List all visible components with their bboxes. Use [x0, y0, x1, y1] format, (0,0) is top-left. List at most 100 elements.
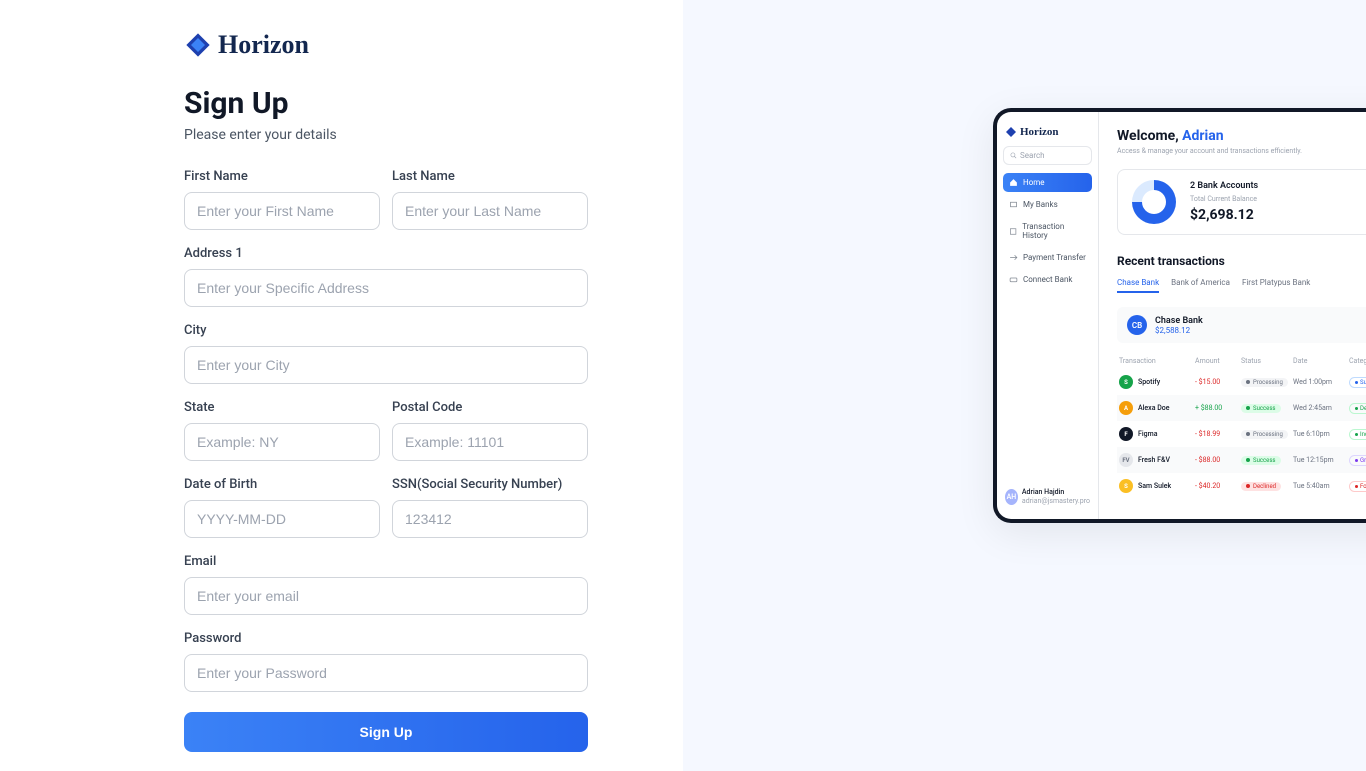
mockup-main: Welcome, Adrian Access & manage your acc…: [1099, 112, 1366, 519]
tx-status: Processing: [1241, 430, 1293, 439]
tx-icon: F: [1119, 427, 1133, 441]
mockup-table-row: FFigma- $18.99ProcessingTue 6:10pmIncome: [1117, 421, 1366, 447]
mockup-logo-icon: [1005, 126, 1017, 138]
ssn-input[interactable]: [392, 500, 588, 538]
tx-amount: - $18.99: [1195, 430, 1241, 438]
last-name-input[interactable]: [392, 192, 588, 230]
tx-status: Declined: [1241, 482, 1293, 491]
mockup-accounts-count: 2 Bank Accounts: [1190, 181, 1258, 191]
tx-category: Deposit: [1349, 403, 1366, 414]
password-label: Password: [184, 631, 588, 646]
postal-code-input[interactable]: [392, 423, 588, 461]
mockup-nav-connect: Connect Bank: [1003, 270, 1092, 289]
page-title: Sign Up: [184, 86, 588, 121]
mockup-user-email: adrian@jsmastery.pro: [1022, 497, 1090, 505]
mockup-table: Transaction Amount Status Date Category …: [1117, 353, 1366, 499]
address-input[interactable]: [184, 269, 588, 307]
tx-category: Grocerie: [1349, 455, 1366, 466]
mockup-avatar: AH: [1005, 489, 1018, 505]
tx-name: FVFresh F&V: [1119, 453, 1195, 467]
mockup-logo: Horizon: [1003, 122, 1092, 146]
dashboard-mockup: Horizon Search Home My Banks Transaction…: [993, 108, 1366, 523]
first-name-input[interactable]: [184, 192, 380, 230]
mockup-bank-balance: $2,588.12: [1155, 326, 1203, 335]
signup-form: First Name Last Name Address 1 City Stat…: [184, 169, 588, 752]
mockup-nav-home: Home: [1003, 173, 1092, 192]
tx-name: FFigma: [1119, 427, 1195, 441]
dob-input[interactable]: [184, 500, 380, 538]
mockup-nav-history: Transaction History: [1003, 217, 1092, 245]
dob-label: Date of Birth: [184, 477, 380, 492]
mockup-summary-card: 2 Bank Accounts Total Current Balance $2…: [1117, 169, 1366, 235]
mockup-balance-label: Total Current Balance: [1190, 195, 1258, 203]
ssn-label: SSN(Social Security Number): [392, 477, 588, 492]
tx-category: Food: [1349, 481, 1366, 492]
mockup-welcome: Welcome, Adrian: [1117, 128, 1366, 144]
postal-code-label: Postal Code: [392, 400, 588, 415]
preview-panel: Horizon Search Home My Banks Transaction…: [683, 0, 1366, 771]
tx-icon: S: [1119, 375, 1133, 389]
transfer-icon: [1009, 253, 1018, 262]
mockup-tab-boa: Bank of America: [1171, 278, 1230, 293]
brand-name: Horizon: [218, 30, 309, 60]
tx-status: Processing: [1241, 378, 1293, 387]
last-name-label: Last Name: [392, 169, 588, 184]
horizon-logo-icon: [184, 31, 212, 59]
search-icon: [1010, 152, 1017, 159]
tx-amount: - $15.00: [1195, 378, 1241, 386]
tx-category: Subscr: [1349, 377, 1366, 388]
city-label: City: [184, 323, 588, 338]
mockup-search: Search: [1003, 146, 1092, 165]
connect-icon: [1009, 275, 1018, 284]
mockup-tabs: Chase Bank Bank of America First Platypu…: [1117, 278, 1366, 293]
state-label: State: [184, 400, 380, 415]
password-input[interactable]: [184, 654, 588, 692]
mockup-tab-chase: Chase Bank: [1117, 278, 1159, 293]
mockup-bank-name: Chase Bank: [1155, 316, 1203, 326]
mockup-subtitle: Access & manage your account and transac…: [1117, 147, 1366, 155]
tx-category: Income: [1349, 429, 1366, 440]
tx-date: Tue 6:10pm: [1293, 430, 1349, 438]
mockup-table-head: Transaction Amount Status Date Category: [1117, 353, 1366, 369]
mockup-user-name: Adrian Hajdin: [1022, 488, 1090, 496]
first-name-label: First Name: [184, 169, 380, 184]
email-input[interactable]: [184, 577, 588, 615]
mockup-bank-icon: CB: [1127, 315, 1147, 335]
tx-name: AAlexa Doe: [1119, 401, 1195, 415]
mockup-user: AH Adrian Hajdin adrian@jsmastery.pro: [1003, 484, 1092, 509]
signup-button[interactable]: Sign Up: [184, 712, 588, 752]
mockup-recent-title: Recent transactions: [1117, 254, 1225, 268]
tx-status: Success: [1241, 456, 1293, 465]
signup-panel: Horizon Sign Up Please enter your detail…: [0, 0, 683, 771]
tx-status: Success: [1241, 404, 1293, 413]
mockup-nav-banks: My Banks: [1003, 195, 1092, 214]
tx-date: Wed 1:00pm: [1293, 378, 1349, 386]
mockup-table-row: FVFresh F&V- $88.00SuccessTue 12:15pmGro…: [1117, 447, 1366, 473]
page-subtitle: Please enter your details: [184, 127, 588, 143]
tx-date: Wed 2:45am: [1293, 404, 1349, 412]
mockup-balance: $2,698.12: [1190, 207, 1258, 223]
mockup-table-row: SSam Sulek- $40.20DeclinedTue 5:40amFood: [1117, 473, 1366, 499]
mockup-brand: Horizon: [1020, 126, 1059, 138]
mockup-nav-transfer: Payment Transfer: [1003, 248, 1092, 267]
mockup-search-placeholder: Search: [1020, 151, 1045, 160]
donut-chart-icon: [1132, 180, 1176, 224]
city-input[interactable]: [184, 346, 588, 384]
mockup-table-row: AAlexa Doe+ $88.00SuccessWed 2:45amDepos…: [1117, 395, 1366, 421]
tx-name: SSam Sulek: [1119, 479, 1195, 493]
tx-date: Tue 5:40am: [1293, 482, 1349, 490]
mockup-sidebar: Horizon Search Home My Banks Transaction…: [997, 112, 1099, 519]
tx-icon: S: [1119, 479, 1133, 493]
address-label: Address 1: [184, 246, 588, 261]
tx-amount: - $88.00: [1195, 456, 1241, 464]
brand-logo: Horizon: [184, 30, 588, 60]
tx-name: SSpotify: [1119, 375, 1195, 389]
state-input[interactable]: [184, 423, 380, 461]
tx-amount: - $40.20: [1195, 482, 1241, 490]
home-icon: [1009, 178, 1018, 187]
history-icon: [1009, 227, 1017, 236]
mockup-tab-platypus: First Platypus Bank: [1242, 278, 1310, 293]
tx-icon: FV: [1119, 453, 1133, 467]
tx-amount: + $88.00: [1195, 404, 1241, 412]
tx-date: Tue 12:15pm: [1293, 456, 1349, 464]
